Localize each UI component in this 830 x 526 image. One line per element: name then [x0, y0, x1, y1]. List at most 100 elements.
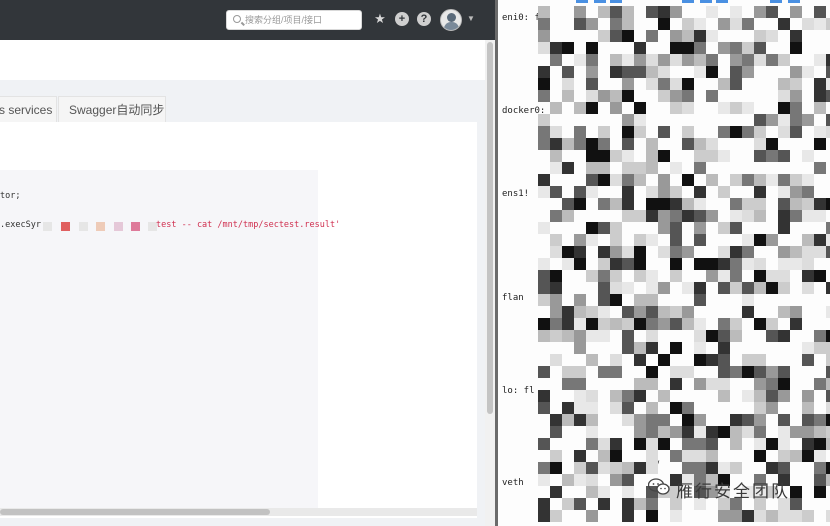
- question-circle-icon[interactable]: ?: [417, 12, 431, 26]
- mosaic-cell: [694, 198, 706, 210]
- mosaic-cell: [694, 342, 706, 354]
- mosaic-cell: [742, 282, 754, 294]
- terminal-window[interactable]: eni0: fl docker0: ens1! flan lo: fl veth…: [498, 0, 830, 526]
- mosaic-cell: [778, 282, 790, 294]
- mosaic-cell: [634, 342, 646, 354]
- mosaic-cell: [574, 390, 586, 402]
- mosaic-cell: [766, 330, 778, 342]
- mosaic-cell: [778, 510, 790, 522]
- mosaic-cell: [562, 162, 574, 174]
- mosaic-cell: [586, 186, 598, 198]
- mosaic-cell: [802, 174, 814, 186]
- tab-swagger-sync[interactable]: Swagger自动同步: [58, 96, 166, 122]
- mosaic-cell: [730, 366, 742, 378]
- mosaic-cell: [766, 30, 778, 42]
- mosaic-cell: [634, 294, 646, 306]
- mosaic-cell: [766, 234, 778, 246]
- mosaic-cell: [658, 210, 670, 222]
- mosaic-cell: [694, 450, 706, 462]
- mosaic-cell: [802, 414, 814, 426]
- plus-circle-icon[interactable]: +: [395, 12, 409, 26]
- mosaic-cell: [646, 270, 658, 282]
- interface-label: ens1!: [502, 189, 530, 199]
- mosaic-cell: [538, 366, 550, 378]
- mosaic-cell: [742, 246, 754, 258]
- mosaic-cell: [814, 414, 826, 426]
- mosaic-cell: [538, 114, 550, 126]
- mosaic-cell: [670, 42, 682, 54]
- mosaic-cell: [658, 90, 670, 102]
- mosaic-cell: [706, 30, 718, 42]
- mosaic-cell: [814, 330, 826, 342]
- mosaic-cell: [814, 126, 826, 138]
- search-input[interactable]: [245, 12, 357, 28]
- avatar-body: [444, 22, 459, 30]
- redacted-block: [131, 222, 140, 231]
- mosaic-cell: [622, 138, 634, 150]
- tab-indicator: [716, 0, 728, 3]
- mosaic-cell: [550, 138, 562, 150]
- horizontal-scrollbar[interactable]: [0, 509, 270, 515]
- mosaic-cell: [574, 246, 586, 258]
- search-box[interactable]: [226, 10, 362, 30]
- avatar[interactable]: [440, 9, 462, 31]
- mosaic-cell: [562, 78, 574, 90]
- chevron-down-icon[interactable]: ▼: [467, 14, 475, 23]
- mosaic-cell: [754, 414, 766, 426]
- mosaic-cell: [658, 414, 670, 426]
- mosaic-cell: [562, 402, 574, 414]
- mosaic-cell: [646, 438, 658, 450]
- mosaic-cell: [826, 66, 830, 78]
- mosaic-cell: [814, 54, 826, 66]
- mosaic-cell: [778, 186, 790, 198]
- mosaic-cell: [550, 510, 562, 522]
- mosaic-cell: [658, 198, 670, 210]
- mosaic-cell: [634, 54, 646, 66]
- mosaic-cell: [574, 462, 586, 474]
- mosaic-cell: [742, 366, 754, 378]
- mosaic-cell: [610, 270, 622, 282]
- star-icon[interactable]: ★: [373, 12, 387, 26]
- mosaic-cell: [562, 90, 574, 102]
- mosaic-cell: [718, 18, 730, 30]
- mosaic-cell: [778, 366, 790, 378]
- mosaic-cell: [610, 18, 622, 30]
- mosaic-cell: [694, 354, 706, 366]
- mosaic-cell: [778, 378, 790, 390]
- mosaic-cell: [646, 150, 658, 162]
- mosaic-cell: [706, 210, 718, 222]
- mosaic-cell: [790, 126, 802, 138]
- tab-services[interactable]: s services: [0, 96, 57, 122]
- mosaic-cell: [730, 42, 742, 54]
- mosaic-cell: [802, 234, 814, 246]
- mosaic-cell: [634, 210, 646, 222]
- mosaic-cell: [598, 150, 610, 162]
- mosaic-cell: [550, 270, 562, 282]
- mosaic-cell: [538, 294, 550, 306]
- mosaic-cell: [670, 258, 682, 270]
- mosaic-cell: [778, 414, 790, 426]
- code-editor[interactable]: tor; .execSyr test -- cat /mnt/tmp/secte…: [0, 170, 340, 512]
- mosaic-cell: [586, 270, 598, 282]
- mosaic-cell: [586, 426, 598, 438]
- mosaic-cell: [802, 450, 814, 462]
- mosaic-cell: [790, 210, 802, 222]
- mosaic-cell: [694, 414, 706, 426]
- mosaic-cell: [598, 258, 610, 270]
- mosaic-cell: [598, 450, 610, 462]
- mosaic-cell: [586, 222, 598, 234]
- mosaic-cell: [790, 30, 802, 42]
- mosaic-cell: [754, 438, 766, 450]
- mosaic-cell: [622, 66, 634, 78]
- mosaic-cell: [826, 354, 830, 366]
- mosaic-cell: [538, 402, 550, 414]
- mosaic-cell: [646, 306, 658, 318]
- mosaic-cell: [658, 186, 670, 198]
- vertical-scrollbar[interactable]: [487, 42, 493, 414]
- mosaic-cell: [622, 342, 634, 354]
- mosaic-cell: [682, 78, 694, 90]
- mosaic-cell: [538, 474, 550, 486]
- mosaic-cell: [538, 510, 550, 522]
- mosaic-cell: [826, 474, 830, 486]
- mosaic-cell: [706, 6, 718, 18]
